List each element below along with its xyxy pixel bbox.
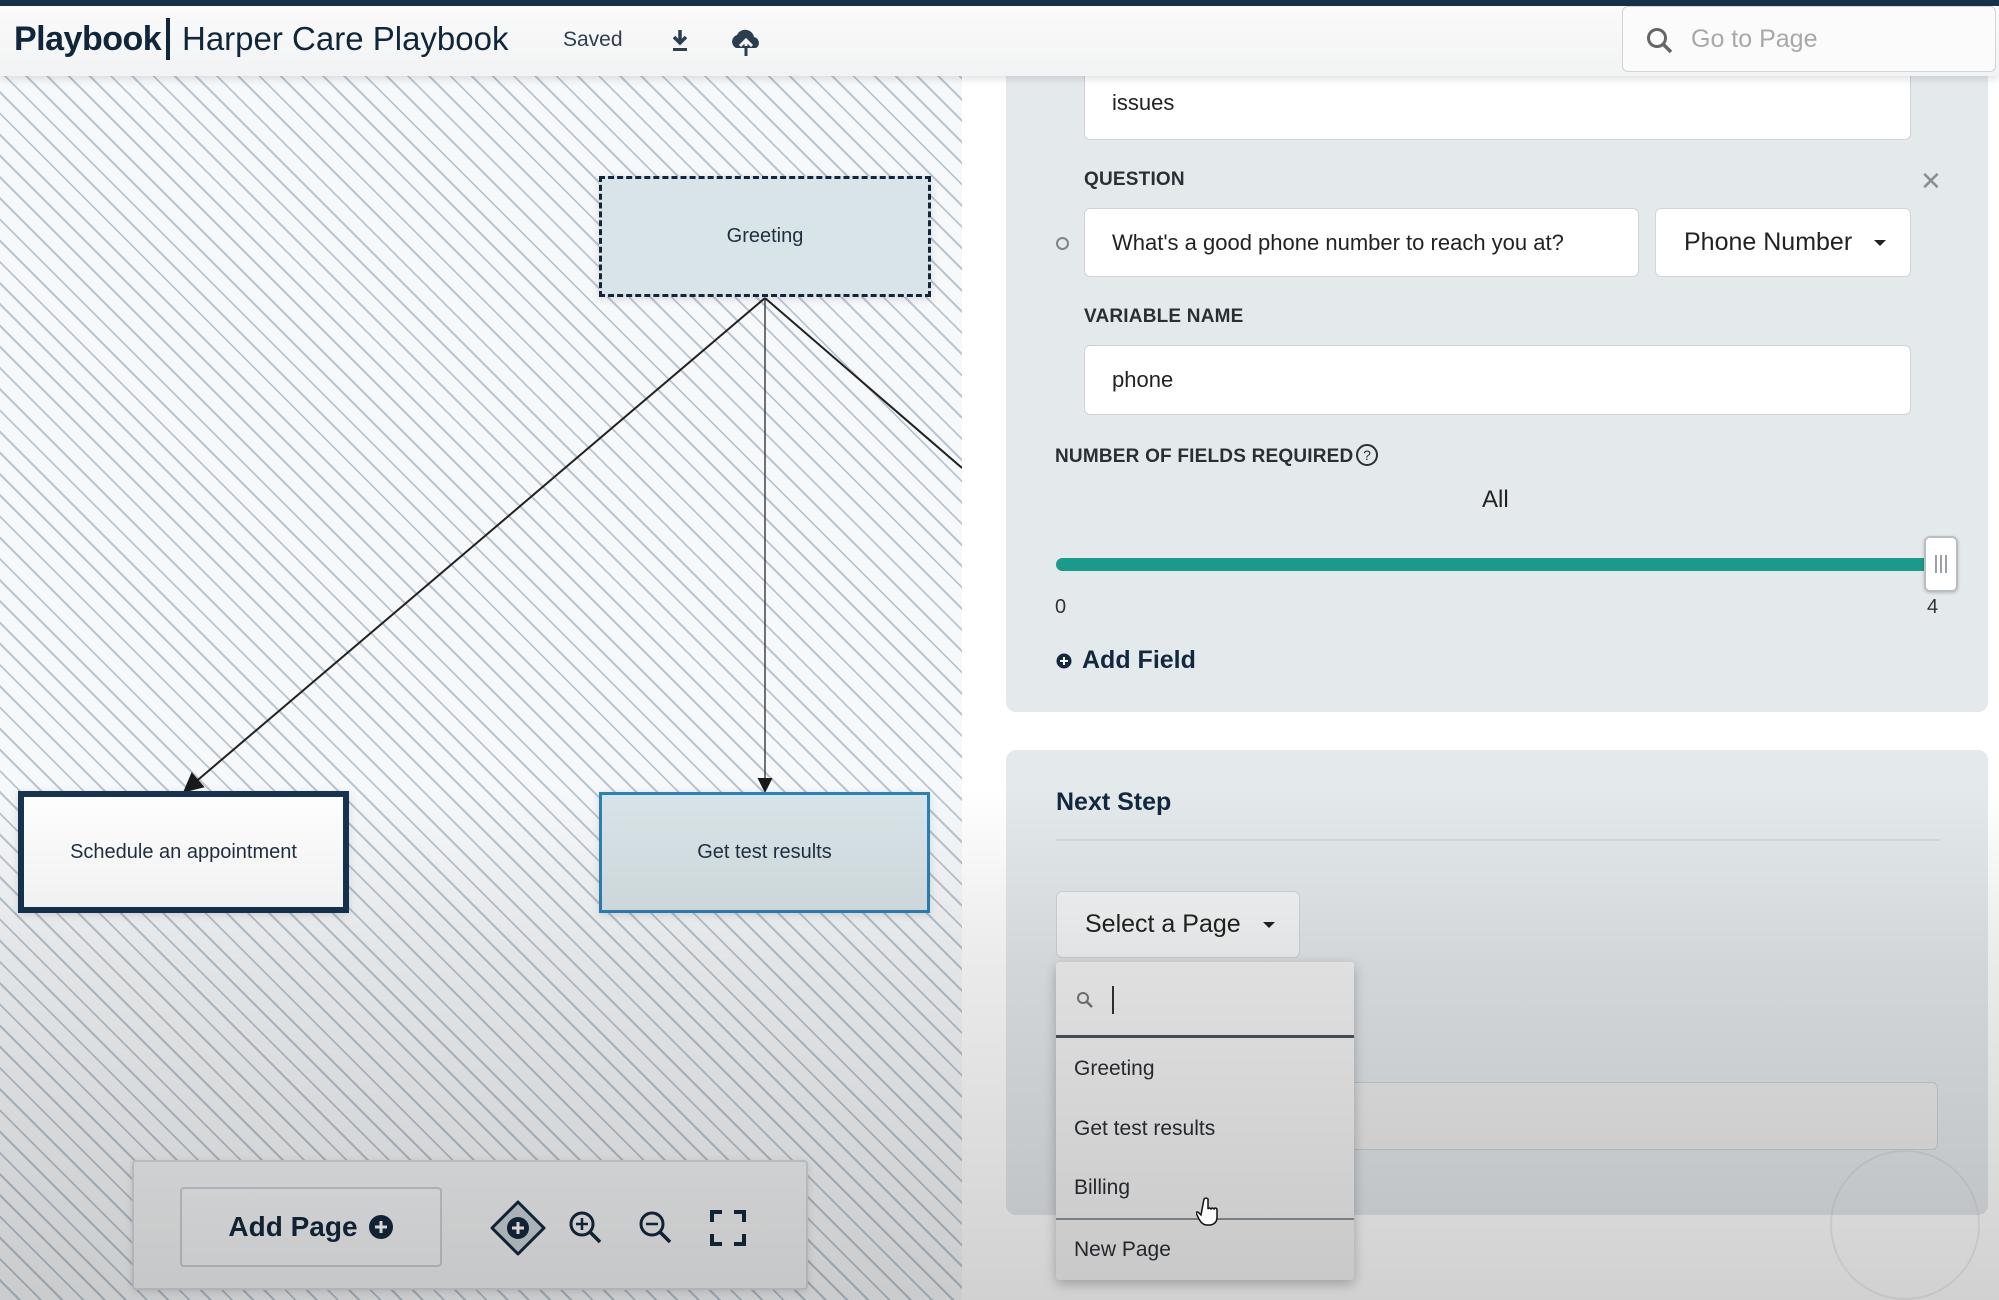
add-field-button[interactable]: Add Field [1056, 646, 1196, 675]
section-divider [1056, 839, 1940, 841]
zoom-in-icon[interactable] [558, 1200, 614, 1256]
edge-greeting-offscreen[interactable] [764, 297, 962, 469]
question-input[interactable]: What's a good phone number to reach you … [1084, 208, 1639, 277]
previous-field-value: issues [1112, 90, 1175, 115]
add-field-label: Add Field [1082, 646, 1196, 674]
node-label: Greeting [726, 225, 804, 247]
dropdown-search-input[interactable] [1108, 980, 1338, 1020]
add-page-label: Add Page [228, 1211, 358, 1242]
slider-fill [1056, 558, 1936, 571]
fields-required-value: All [1482, 486, 1509, 513]
hand-pointer-cursor-icon [1195, 1196, 1222, 1231]
variable-name-value: phone [1112, 367, 1174, 392]
svg-text:?: ? [1363, 447, 1371, 463]
option-label: New Page [1074, 1238, 1171, 1261]
slider-handle[interactable] [1924, 536, 1958, 592]
search-icon [1647, 28, 1673, 54]
option-label: Get test results [1074, 1117, 1216, 1140]
slider-max-label: 4 [1927, 596, 1939, 618]
dropdown-option[interactable]: Get test results [1056, 1100, 1354, 1158]
node-label: Get test results [697, 841, 832, 863]
option-label: Greeting [1074, 1057, 1155, 1080]
variable-name-label: VARIABLE NAME [1084, 306, 1244, 327]
select-page-label: Select a Page [1085, 910, 1241, 938]
select-page-dropdown[interactable]: Select a Page [1056, 891, 1300, 958]
fullscreen-icon[interactable] [700, 1200, 756, 1256]
obscured-field[interactable] [1300, 1082, 1938, 1150]
cloud-upload-icon[interactable] [728, 26, 764, 56]
go-to-page-search[interactable] [1622, 6, 1996, 72]
previous-field-input[interactable]: issues [1084, 66, 1911, 140]
canvas-toolbar: Add Page [132, 1160, 808, 1290]
question-label: QUESTION [1084, 169, 1185, 190]
next-step-title: Next Step [1056, 788, 1172, 816]
node-greeting[interactable]: Greeting [599, 176, 931, 297]
question-value: What's a good phone number to reach you … [1112, 229, 1564, 255]
plus-circle-icon [368, 1215, 393, 1239]
zoom-out-icon[interactable] [628, 1200, 684, 1256]
add-page-button[interactable]: Add Page [180, 1187, 442, 1267]
go-to-page-input[interactable] [1691, 19, 1981, 59]
brand-logo[interactable]: Playbook [14, 20, 162, 59]
caret-down-icon [1262, 921, 1275, 928]
dropdown-option[interactable]: Greeting [1056, 1040, 1354, 1098]
variable-name-input[interactable]: phone [1084, 345, 1911, 415]
node-schedule-appointment[interactable]: Schedule an appointment [18, 791, 349, 913]
brand-separator [166, 18, 170, 60]
help-icon[interactable]: ? [1355, 443, 1379, 472]
edge-greeting-schedule[interactable] [182, 297, 766, 793]
drag-handle-dot[interactable] [1056, 237, 1069, 250]
node-label: Schedule an appointment [70, 840, 297, 863]
slider-min-label: 0 [1055, 596, 1067, 618]
fields-required-slider[interactable] [1056, 558, 1936, 571]
save-status: Saved [563, 28, 623, 51]
plus-circle-icon [1056, 653, 1072, 668]
dropdown-search[interactable] [1056, 962, 1354, 1038]
download-icon[interactable] [665, 26, 695, 56]
recenter-icon[interactable] [490, 1200, 546, 1256]
question-type-value: Phone Number [1684, 228, 1853, 256]
node-get-test-results[interactable]: Get test results [599, 792, 930, 913]
remove-question-icon[interactable]: ✕ [1920, 166, 1942, 197]
playbook-title: Harper Care Playbook [182, 20, 509, 57]
page-dropdown-menu: Greeting Get test results Billing New Pa… [1056, 962, 1354, 1280]
flow-canvas[interactable]: Greeting Schedule an appointment Get tes… [0, 76, 962, 1300]
option-label: Billing [1074, 1176, 1131, 1199]
header: Playbook Harper Care Playbook Saved [0, 6, 1999, 76]
fields-required-label: NUMBER OF FIELDS REQUIRED [1055, 446, 1354, 467]
caret-down-icon [1874, 239, 1887, 246]
question-type-select[interactable]: Phone Number [1655, 208, 1911, 277]
search-icon [1077, 992, 1093, 1008]
